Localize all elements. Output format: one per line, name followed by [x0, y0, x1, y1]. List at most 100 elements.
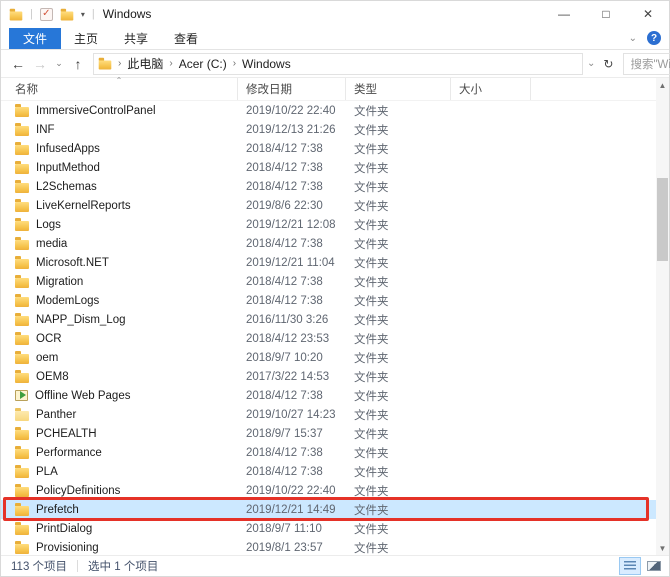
file-row-immersivecontrolpanel[interactable]: ImmersiveControlPanel 2019/10/22 22:40 文件夹 [1, 101, 656, 120]
file-row-media[interactable]: media 2018/4/12 7:38 文件夹 [1, 234, 656, 253]
file-row-pchealth[interactable]: PCHEALTH 2018/9/7 15:37 文件夹 [1, 424, 656, 443]
details-view-button[interactable] [619, 557, 641, 575]
status-divider [77, 560, 79, 572]
scrollbar-thumb[interactable] [657, 178, 668, 261]
file-row-oem[interactable]: oem 2018/9/7 10:20 文件夹 [1, 348, 656, 367]
folder-icon [15, 142, 29, 155]
recent-locations-icon[interactable]: ⌄ [53, 58, 65, 69]
maximize-button[interactable]: □ [585, 1, 627, 27]
item-count: 113 个项目 [11, 561, 68, 573]
file-name-cell: PolicyDefinitions [1, 484, 238, 497]
file-name: Panther [36, 408, 77, 421]
file-row-prefetch[interactable]: Prefetch 2019/12/21 14:49 文件夹 [1, 500, 656, 519]
thumbnails-view-button[interactable] [643, 557, 665, 575]
scroll-down-icon[interactable]: ▼ [656, 541, 669, 555]
file-name: PolicyDefinitions [36, 484, 121, 497]
file-row-printdialog[interactable]: PrintDialog 2018/9/7 11:10 文件夹 [1, 519, 656, 538]
help-icon[interactable]: ? [647, 31, 661, 45]
new-folder-icon[interactable] [60, 8, 74, 20]
ribbon-right-controls: ⌄ ? [629, 31, 669, 45]
file-row-logs[interactable]: Logs 2019/12/21 12:08 文件夹 [1, 215, 656, 234]
file-date: 2019/12/21 11:04 [246, 256, 335, 269]
file-date: 2018/4/12 23:53 [246, 332, 330, 345]
ribbon-collapse-icon[interactable]: ⌄ [629, 33, 637, 44]
search-box[interactable]: 搜索"Win... 🔎 [623, 52, 670, 75]
file-name: oem [36, 351, 59, 364]
file-date: 2019/10/22 22:40 [246, 484, 336, 497]
column-headers: ⌃ 名称 修改日期 类型 大小 [1, 76, 656, 101]
folder-icon [15, 522, 29, 535]
minimize-button[interactable]: — [543, 1, 585, 27]
file-date: 2018/4/12 7:38 [246, 142, 323, 155]
file-date: 2019/10/27 14:23 [246, 408, 336, 421]
file-date: 2018/4/12 7:38 [246, 275, 323, 288]
file-row-pla[interactable]: PLA 2018/4/12 7:38 文件夹 [1, 462, 656, 481]
file-name: media [36, 237, 68, 250]
file-row-l2schemas[interactable]: L2Schemas 2018/4/12 7:38 文件夹 [1, 177, 656, 196]
address-tools: ⌄ ↻ [583, 57, 617, 71]
file-list-pane: ⌃ 名称 修改日期 类型 大小 ImmersiveControlPanel 201… [1, 76, 669, 555]
breadcrumb-windows[interactable]: Windows [242, 57, 291, 71]
folder-icon [15, 256, 29, 269]
tab-view[interactable]: 查看 [161, 28, 211, 49]
properties-icon[interactable]: ✓ [39, 7, 53, 21]
file-row-policydefinitions[interactable]: PolicyDefinitions 2019/10/22 22:40 文件夹 [1, 481, 656, 500]
file-row-panther[interactable]: Panther 2019/10/27 14:23 文件夹 [1, 405, 656, 424]
address-bar[interactable]: › 此电脑 › Acer (C:) › Windows [93, 52, 583, 75]
file-row-livekernelreports[interactable]: LiveKernelReports 2019/8/6 22:30 文件夹 [1, 196, 656, 215]
folder-icon [15, 161, 29, 174]
vertical-scrollbar[interactable]: ▲ ▼ [656, 78, 669, 555]
file-date: 2018/4/12 7:38 [246, 465, 323, 478]
selection-count: 选中 1 个项目 [88, 561, 159, 573]
breadcrumb-this-pc[interactable]: 此电脑 [127, 55, 163, 72]
file-name-cell: ImmersiveControlPanel [1, 104, 238, 117]
folder-icon [15, 503, 29, 516]
refresh-icon[interactable]: ↻ [603, 57, 613, 71]
file-date: 2019/8/1 23:57 [246, 541, 323, 554]
file-name: INF [36, 123, 55, 136]
file-row-modemlogs[interactable]: ModemLogs 2018/4/12 7:38 文件夹 [1, 291, 656, 310]
column-header-date[interactable]: 修改日期 [238, 78, 346, 100]
tab-share[interactable]: 共享 [111, 28, 161, 49]
file-row-offline-web-pages[interactable]: Offline Web Pages 2018/4/12 7:38 文件夹 [1, 386, 656, 405]
tab-home[interactable]: 主页 [61, 28, 111, 49]
file-name: InputMethod [36, 161, 100, 174]
file-name-cell: PrintDialog [1, 522, 238, 535]
column-header-size[interactable]: 大小 [451, 78, 531, 100]
file-type: 文件夹 [354, 105, 389, 118]
file-date: 2018/4/12 7:38 [246, 180, 323, 193]
file-name-cell: oem [1, 351, 238, 364]
file-name: OCR [36, 332, 62, 345]
file-row-performance[interactable]: Performance 2018/4/12 7:38 文件夹 [1, 443, 656, 462]
file-row-ocr[interactable]: OCR 2018/4/12 23:53 文件夹 [1, 329, 656, 348]
file-name: OEM8 [36, 370, 69, 383]
column-header-name[interactable]: ⌃ 名称 [1, 76, 238, 100]
close-button[interactable]: ✕ [627, 1, 669, 27]
crumb-separator-icon: › [169, 58, 173, 69]
scroll-up-icon[interactable]: ▲ [656, 78, 669, 92]
forward-button[interactable]: → [31, 56, 49, 72]
address-dropdown-icon[interactable]: ⌄ [587, 58, 595, 69]
file-row-infusedapps[interactable]: InfusedApps 2018/4/12 7:38 文件夹 [1, 139, 656, 158]
file-name-cell: InputMethod [1, 161, 238, 174]
file-row-inf[interactable]: INF 2019/12/13 21:26 文件夹 [1, 120, 656, 139]
file-name: PCHEALTH [36, 427, 97, 440]
file-row-inputmethod[interactable]: InputMethod 2018/4/12 7:38 文件夹 [1, 158, 656, 177]
file-name-cell: Panther [1, 408, 238, 421]
breadcrumb-drive-c[interactable]: Acer (C:) [179, 57, 227, 71]
tab-file[interactable]: 文件 [9, 27, 62, 49]
file-row-provisioning[interactable]: Provisioning 2019/8/1 23:57 文件夹 [1, 538, 656, 555]
file-name-cell: OCR [1, 332, 238, 345]
file-row-napp-dism-log[interactable]: NAPP_Dism_Log 2016/11/30 3:26 文件夹 [1, 310, 656, 329]
column-header-type[interactable]: 类型 [346, 78, 451, 100]
file-type: 文件夹 [354, 181, 389, 194]
file-name: ImmersiveControlPanel [36, 104, 156, 117]
qat-customize-dropdown-icon[interactable]: ▾ [81, 10, 85, 19]
file-row-oem8[interactable]: OEM8 2017/3/22 14:53 文件夹 [1, 367, 656, 386]
file-row-migration[interactable]: Migration 2018/4/12 7:38 文件夹 [1, 272, 656, 291]
folder-icon [15, 123, 29, 136]
up-button[interactable]: ↑ [69, 56, 87, 72]
back-button[interactable]: ← [9, 56, 27, 72]
file-row-microsoft-net[interactable]: Microsoft.NET 2019/12/21 11:04 文件夹 [1, 253, 656, 272]
file-name: L2Schemas [36, 180, 97, 193]
